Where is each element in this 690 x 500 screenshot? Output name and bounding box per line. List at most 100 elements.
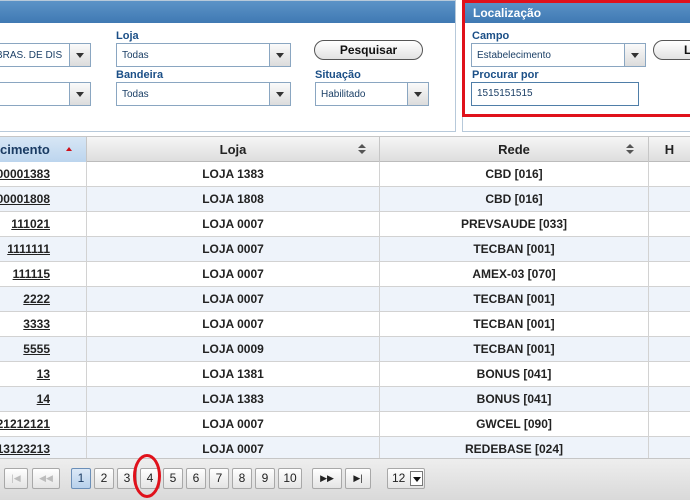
situacao-select[interactable]: Habilitado — [315, 82, 429, 106]
rede-cell: BONUS [041] — [380, 387, 649, 411]
loja-cell: LOJA 0007 — [87, 212, 380, 236]
estabelecimento-link[interactable]: 5555 — [23, 342, 50, 356]
table-row[interactable]: 21212121 LOJA 0007 GWCEL [090] — [0, 412, 690, 437]
estabelecimento-link[interactable]: 3333 — [23, 317, 50, 331]
loja-cell: LOJA 0007 — [87, 287, 380, 311]
chevron-down-icon[interactable] — [407, 83, 428, 105]
chevron-down-icon[interactable] — [269, 44, 290, 66]
situacao-select-value: Habilitado — [321, 89, 366, 100]
loja-cell: LOJA 1808 — [87, 187, 380, 211]
estabelecimento-link[interactable]: 111115 — [13, 267, 50, 281]
sort-icon — [358, 144, 366, 155]
sort-ascending-icon — [66, 147, 72, 151]
rede-cell: TECBAN [001] — [380, 287, 649, 311]
rede-cell: TECBAN [001] — [380, 312, 649, 336]
estabelecimento-link[interactable]: 21212121 — [0, 417, 50, 431]
table-row[interactable]: 13 LOJA 1381 BONUS [041] — [0, 362, 690, 387]
loja-label: Loja — [116, 30, 139, 42]
rede-cell: AMEX-03 [070] — [380, 262, 649, 286]
column-header-label: Rede — [498, 142, 530, 157]
loja-select[interactable]: Todas — [116, 43, 291, 67]
table-row[interactable]: 1111111 LOJA 0007 TECBAN [001] — [0, 237, 690, 262]
loja-cell: LOJA 0009 — [87, 337, 380, 361]
app-root: BRAS. DE DIS Loja Todas Bandeira Todas P… — [0, 0, 690, 500]
column-header-h[interactable]: H — [649, 137, 690, 162]
chevron-down-icon[interactable] — [269, 83, 290, 105]
table-body: 00001383 LOJA 1383 CBD [016] 00001808 LOJA … — [0, 162, 690, 462]
h-cell — [649, 237, 690, 261]
loja-cell: LOJA 1381 — [87, 362, 380, 386]
company-select[interactable]: BRAS. DE DIS — [0, 43, 91, 67]
situacao-label: Situação — [315, 69, 361, 81]
page-size-select[interactable]: 12 — [387, 468, 425, 489]
loja-cell: LOJA 0007 — [87, 237, 380, 261]
estabelecimento-link[interactable]: 14 — [37, 392, 50, 406]
table-row[interactable]: 111115 LOJA 0007 AMEX-03 [070] — [0, 262, 690, 287]
table-row[interactable]: 00001808 LOJA 1808 CBD [016] — [0, 187, 690, 212]
table-row[interactable]: 00001383 LOJA 1383 CBD [016] — [0, 162, 690, 187]
h-cell — [649, 312, 690, 336]
h-cell — [649, 287, 690, 311]
h-cell — [649, 187, 690, 211]
last-page-button[interactable]: ▶| — [345, 468, 371, 489]
rede-cell: BONUS [041] — [380, 362, 649, 386]
column-header-rede[interactable]: Rede — [380, 137, 649, 162]
rede-cell: TECBAN [001] — [380, 237, 649, 261]
previous-page-button[interactable]: ◀◀ — [32, 468, 60, 489]
loja-cell: LOJA 0007 — [87, 262, 380, 286]
estabelecimento-link[interactable]: 111021 — [11, 217, 50, 231]
page-button-2[interactable]: 2 — [94, 468, 114, 489]
rede-cell: GWCEL [090] — [380, 412, 649, 436]
first-page-button[interactable]: |◀ — [4, 468, 28, 489]
table-row[interactable]: 3333 LOJA 0007 TECBAN [001] — [0, 312, 690, 337]
column-header-label: cimento — [0, 142, 50, 157]
estabelecimento-link[interactable]: 00001808 — [0, 192, 50, 206]
search-button[interactable]: Pesquisar — [314, 40, 423, 60]
bandeira-select-value: Todas — [122, 89, 149, 100]
loja-select-value: Todas — [122, 50, 149, 61]
page-button-8[interactable]: 8 — [232, 468, 252, 489]
column-header-estabelecimento[interactable]: cimento — [0, 137, 87, 162]
h-cell — [649, 387, 690, 411]
table-row[interactable]: 14 LOJA 1383 BONUS [041] — [0, 387, 690, 412]
loja-cell: LOJA 1383 — [87, 162, 380, 186]
next-page-button[interactable]: ▶▶ — [312, 468, 342, 489]
loja-cell: LOJA 0007 — [87, 312, 380, 336]
table-header: cimento Loja Rede H — [0, 136, 690, 162]
page-button-9[interactable]: 9 — [255, 468, 275, 489]
chevron-down-icon[interactable] — [69, 83, 90, 105]
highlight-annotation-circle — [133, 454, 161, 498]
secondary-select[interactable] — [0, 82, 91, 106]
estabelecimento-link[interactable]: 13123213 — [0, 442, 50, 456]
estabelecimento-link[interactable]: 1111111 — [7, 242, 50, 256]
loja-cell: LOJA 0007 — [87, 412, 380, 436]
column-header-label: Loja — [219, 142, 247, 157]
pagination-bar: |◀ ◀◀ 1 2 3 4 5 6 7 8 9 10 ▶▶ ▶| 12 — [0, 458, 690, 500]
h-cell — [649, 262, 690, 286]
loja-cell: LOJA 1383 — [87, 387, 380, 411]
chevron-down-icon[interactable] — [410, 471, 423, 486]
table-row[interactable]: 111021 LOJA 0007 PREVSAUDE [033] — [0, 212, 690, 237]
rede-cell: TECBAN [001] — [380, 337, 649, 361]
estabelecimento-link[interactable]: 2222 — [23, 292, 50, 306]
page-button-10[interactable]: 10 — [278, 468, 302, 489]
page-button-5[interactable]: 5 — [163, 468, 183, 489]
chevron-down-icon[interactable] — [69, 44, 90, 66]
page-button-6[interactable]: 6 — [186, 468, 206, 489]
rede-cell: PREVSAUDE [033] — [380, 212, 649, 236]
page-button-7[interactable]: 7 — [209, 468, 229, 489]
estabelecimento-link[interactable]: 00001383 — [0, 167, 50, 181]
highlight-annotation-box — [462, 0, 690, 117]
bandeira-label: Bandeira — [116, 69, 164, 81]
bandeira-select[interactable]: Todas — [116, 82, 291, 106]
column-header-loja[interactable]: Loja — [87, 137, 380, 162]
column-header-label: H — [664, 142, 675, 157]
page-size-value: 12 — [392, 471, 406, 485]
h-cell — [649, 362, 690, 386]
rede-cell: CBD [016] — [380, 187, 649, 211]
estabelecimento-link[interactable]: 13 — [37, 367, 50, 381]
sort-icon — [626, 144, 634, 155]
page-button-1[interactable]: 1 — [71, 468, 91, 489]
table-row[interactable]: 5555 LOJA 0009 TECBAN [001] — [0, 337, 690, 362]
table-row[interactable]: 2222 LOJA 0007 TECBAN [001] — [0, 287, 690, 312]
